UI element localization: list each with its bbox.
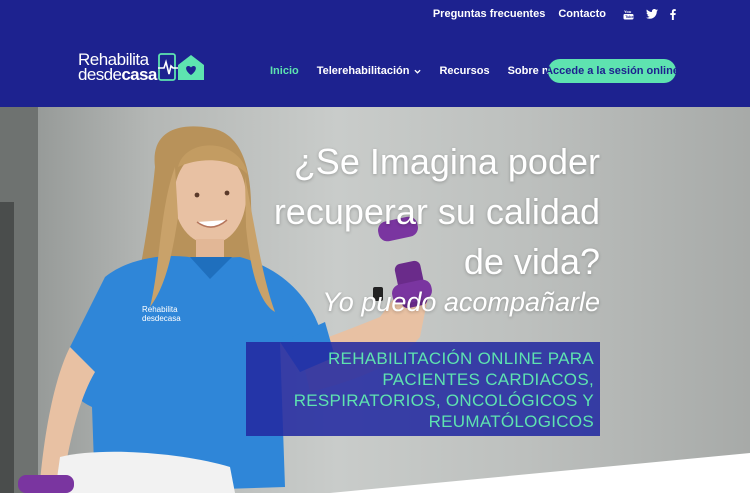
social-links: You Tube [623, 9, 676, 20]
top-bar: Preguntas frecuentes Contacto You Tube [433, 7, 676, 21]
headline-line: de vida? [463, 241, 600, 282]
logo-heart-house-icon [158, 53, 204, 81]
nav-item-label: Telerehabilitación [316, 65, 410, 77]
nav-item-recursos[interactable]: Recursos [439, 65, 489, 77]
hero-headline: ¿Se Imagina poder recuperar su calidad d… [180, 137, 600, 287]
online-session-button[interactable]: Accede a la sesión online [545, 59, 679, 83]
youtube-icon[interactable]: You Tube [623, 9, 634, 20]
twitter-icon[interactable] [646, 9, 658, 19]
hero-section: Rehabilita desdecasa ¿Se Imagina poder r… [0, 107, 750, 493]
svg-text:Tube: Tube [625, 15, 633, 19]
headline-line: ¿Se Imagina poder [293, 141, 600, 182]
svg-text:You: You [624, 9, 632, 14]
site-logo[interactable]: Rehabilita desdecasa [78, 51, 204, 85]
logo-text-line2: desdecasa [78, 65, 157, 84]
site-header: Preguntas frecuentes Contacto You Tube Re… [0, 0, 750, 107]
svg-text:Rehabilita: Rehabilita [142, 305, 178, 314]
nav-item-telerehabilitacion[interactable]: Telerehabilitación [317, 65, 422, 77]
faq-link[interactable]: Preguntas frecuentes [433, 8, 545, 20]
nav-item-inicio[interactable]: Inicio [270, 65, 299, 77]
services-banner-text: REHABILITACIÓN ONLINE PARA PACIENTES CAR… [293, 349, 594, 431]
chevron-down-icon [414, 69, 422, 74]
contact-link[interactable]: Contacto [558, 8, 606, 20]
headline-line: recuperar su calidad [273, 191, 600, 232]
facebook-icon[interactable] [670, 8, 676, 20]
svg-text:desdecasa: desdecasa [142, 314, 181, 323]
hero-subline: Yo puedo acompañarle [322, 287, 600, 317]
main-nav: Inicio Telerehabilitación Recursos Sobre… [270, 59, 573, 83]
services-banner: REHABILITACIÓN ONLINE PARA PACIENTES CAR… [246, 342, 600, 436]
